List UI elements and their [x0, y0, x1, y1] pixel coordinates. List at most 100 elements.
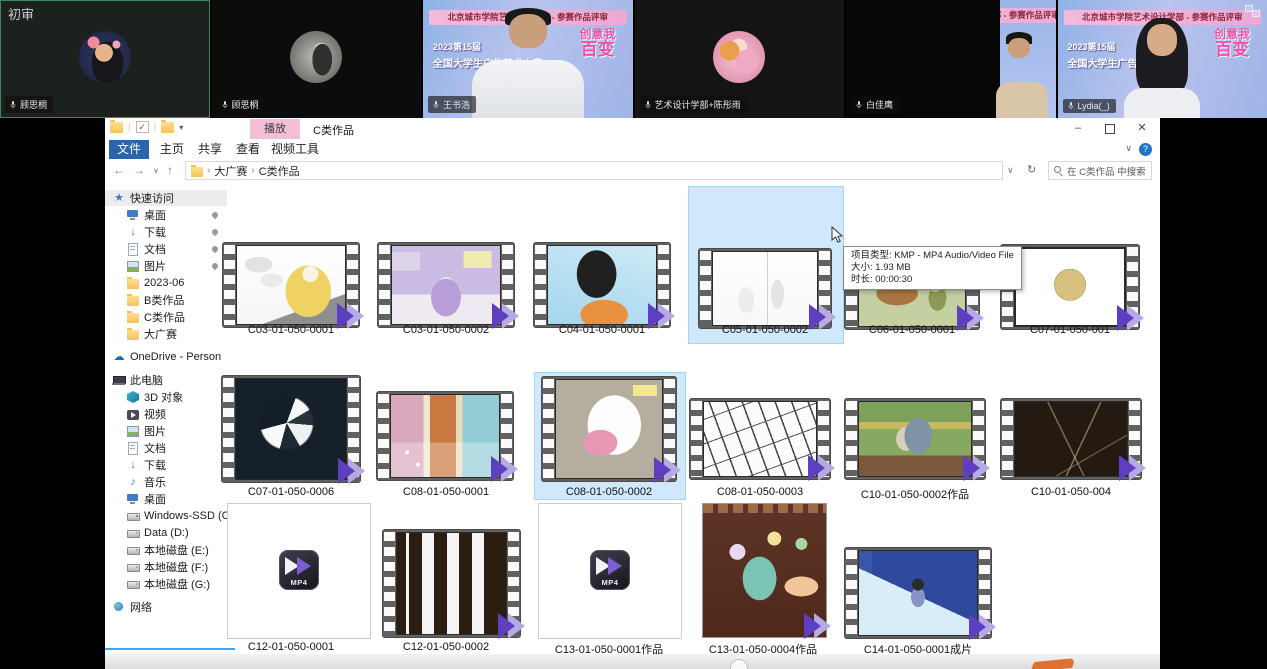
video-tile-4[interactable]: 艺术设计学部+陈彤雨	[635, 0, 845, 118]
sidebar-item-music[interactable]: ♪ 音乐	[105, 474, 227, 490]
sidebar-item-pictures[interactable]: 图片	[105, 258, 227, 274]
file-item-thumbnail[interactable]	[1001, 399, 1141, 479]
file-item-label[interactable]: C10-01-050-0002作品	[837, 486, 993, 502]
maximize-button[interactable]	[1094, 118, 1126, 139]
sidebar-item-downloads[interactable]: ↓ 下载	[105, 224, 227, 240]
file-item-label[interactable]: C14-01-050-0001成片	[840, 641, 996, 657]
checkbox-icon[interactable]: ✓	[136, 121, 149, 133]
file-item-thumbnail[interactable]	[845, 399, 985, 479]
address-dropdown-icon[interactable]: ∨	[1007, 165, 1014, 176]
sidebar-item-folder[interactable]: 2023-06	[105, 275, 227, 291]
file-item-thumbnail[interactable]	[845, 548, 991, 638]
tab-view[interactable]: 查看	[231, 140, 265, 159]
ribbon-collapse-icon[interactable]: ∨	[1125, 143, 1132, 154]
participant-nametag: 顾思桐	[5, 96, 53, 113]
file-item-label[interactable]: C08-01-050-0001	[368, 486, 524, 498]
sidebar-item-folder[interactable]: C类作品	[105, 309, 227, 325]
sidebar-item-drive-g[interactable]: 本地磁盘 (G:)	[105, 576, 227, 592]
file-item-label[interactable]: C12-01-050-0002	[368, 641, 524, 653]
file-item-label[interactable]: C03-01-050-0002	[368, 324, 524, 336]
file-item-label[interactable]: C05-01-050-0002	[687, 324, 843, 336]
file-item-label[interactable]: C07-01-050-001	[992, 324, 1148, 336]
sidebar-item-drive-e[interactable]: 本地磁盘 (E:)	[105, 542, 227, 558]
address-bar: ← → ∨ ↑ › 大广赛 › C类作品 ∨ ↻ 在 C类作品 中搜索	[105, 159, 1160, 184]
tab-share[interactable]: 共享	[193, 140, 227, 159]
folder-icon[interactable]	[161, 122, 174, 133]
sidebar-item-documents[interactable]: 文档	[105, 440, 227, 456]
sidebar-item-folder[interactable]: 大广赛	[105, 326, 227, 342]
video-tile-3[interactable]: 北京城市学院艺术设计学部 - 参赛作品评审 2023第15届 全国大学生广告艺术…	[423, 0, 633, 118]
sidebar-item-videos[interactable]: 视频	[105, 406, 227, 422]
back-button[interactable]: ←	[113, 163, 125, 177]
participant-nametag: 王书浩	[428, 96, 476, 113]
up-button[interactable]: ↑	[167, 163, 173, 177]
search-icon	[1054, 166, 1063, 175]
file-item-label[interactable]: C04-01-050-0001	[524, 324, 680, 336]
video-tile-6[interactable]: 北京城市学院艺术设计学部 - 参赛作品评审 2023第15届 全国大学生广告艺术…	[1058, 0, 1267, 118]
recent-locations-icon[interactable]: ∨	[153, 166, 159, 175]
file-item-thumbnail[interactable]: MP4	[227, 503, 371, 639]
file-item-thumbnail[interactable]	[699, 249, 831, 328]
file-item-label[interactable]: C08-01-050-0003	[682, 486, 838, 498]
gallery-view-icon[interactable]	[1245, 5, 1260, 17]
file-item-thumbnail[interactable]	[542, 377, 676, 481]
file-item-thumbnail[interactable]	[377, 392, 513, 480]
search-box[interactable]: 在 C类作品 中搜索	[1048, 161, 1152, 180]
play-overlay-icon	[793, 612, 831, 640]
close-button[interactable]: ✕	[1126, 118, 1158, 139]
breadcrumb[interactable]: › 大广赛 › C类作品	[185, 161, 1003, 180]
sidebar-item-onedrive[interactable]: ☁ OneDrive - Person	[105, 349, 227, 365]
sidebar-item-documents[interactable]: 文档	[105, 241, 227, 257]
file-item-thumbnail[interactable]	[383, 530, 520, 637]
file-item-thumbnail[interactable]: MP4	[538, 503, 682, 639]
sidebar-item-desktop[interactable]: 桌面	[105, 207, 227, 223]
file-item-thumbnail[interactable]	[378, 243, 514, 327]
sidebar-item-folder[interactable]: B类作品	[105, 292, 227, 308]
sidebar-item-pictures[interactable]: 图片	[105, 423, 227, 439]
forward-button[interactable]: →	[133, 163, 145, 177]
file-item-label[interactable]: C07-01-050-0006	[213, 486, 369, 498]
quick-access-toolbar: | ✓ | ▾	[110, 121, 183, 133]
chevron-right-icon: ›	[251, 165, 254, 176]
tab-video-tools[interactable]: 视频工具	[268, 140, 322, 159]
folder-icon[interactable]	[110, 122, 123, 133]
video-tile-1[interactable]: 初审 顾思桐	[0, 0, 210, 118]
window-controls: – ✕	[1062, 118, 1158, 139]
file-item-thumbnail[interactable]	[702, 503, 827, 638]
file-item-label[interactable]: C06-01-050-0001	[834, 324, 990, 336]
drive-icon	[127, 578, 139, 590]
meeting-control-button[interactable]	[730, 659, 748, 669]
folder-icon	[127, 296, 139, 306]
video-tile-5[interactable]: 北京城市学院艺术设计学部 - 参赛作品评审 白佳鹰	[846, 0, 1056, 118]
file-item-label[interactable]: C13-01-050-0001作品	[531, 641, 687, 657]
file-item-label[interactable]: C08-01-050-0002	[531, 486, 687, 498]
sidebar-item-3d-objects[interactable]: 3D 对象	[105, 389, 227, 405]
sidebar-item-this-pc[interactable]: 此电脑	[105, 372, 227, 388]
file-item-thumbnail[interactable]	[534, 243, 670, 327]
tab-file[interactable]: 文件	[109, 140, 149, 159]
sidebar-item-desktop[interactable]: 桌面	[105, 491, 227, 507]
minimize-button[interactable]: –	[1062, 118, 1094, 139]
sidebar-item-drive-d[interactable]: Data (D:)	[105, 525, 227, 541]
sidebar-item-quick-access[interactable]: ★ 快速访问	[105, 190, 227, 206]
help-icon[interactable]: ?	[1139, 143, 1152, 156]
file-item-label[interactable]: C12-01-050-0001	[213, 641, 369, 653]
file-item-thumbnail[interactable]	[223, 243, 359, 327]
mic-icon	[432, 100, 440, 110]
breadcrumb-current[interactable]: C类作品	[259, 163, 300, 179]
sidebar-item-network[interactable]: 网络	[105, 599, 227, 615]
file-item-label[interactable]: C10-01-050-004	[993, 486, 1149, 498]
file-item-thumbnail[interactable]	[690, 399, 830, 479]
file-item-thumbnail[interactable]	[222, 376, 360, 482]
breadcrumb-root[interactable]: 大广赛	[214, 163, 247, 179]
video-tile-2[interactable]: 顾思桐	[212, 0, 422, 118]
tab-home[interactable]: 主页	[155, 140, 189, 159]
sidebar-item-drive-f[interactable]: 本地磁盘 (F:)	[105, 559, 227, 575]
sidebar-item-downloads[interactable]: ↓ 下载	[105, 457, 227, 473]
file-item-label[interactable]: C13-01-050-0004作品	[685, 641, 841, 657]
chevron-down-icon[interactable]: ▾	[179, 123, 183, 132]
folder-icon	[127, 330, 139, 340]
refresh-icon[interactable]: ↻	[1027, 163, 1036, 176]
file-item-label[interactable]: C03-01-050-0001	[213, 324, 369, 336]
sidebar-item-drive-c[interactable]: Windows-SSD (C:	[105, 508, 227, 524]
